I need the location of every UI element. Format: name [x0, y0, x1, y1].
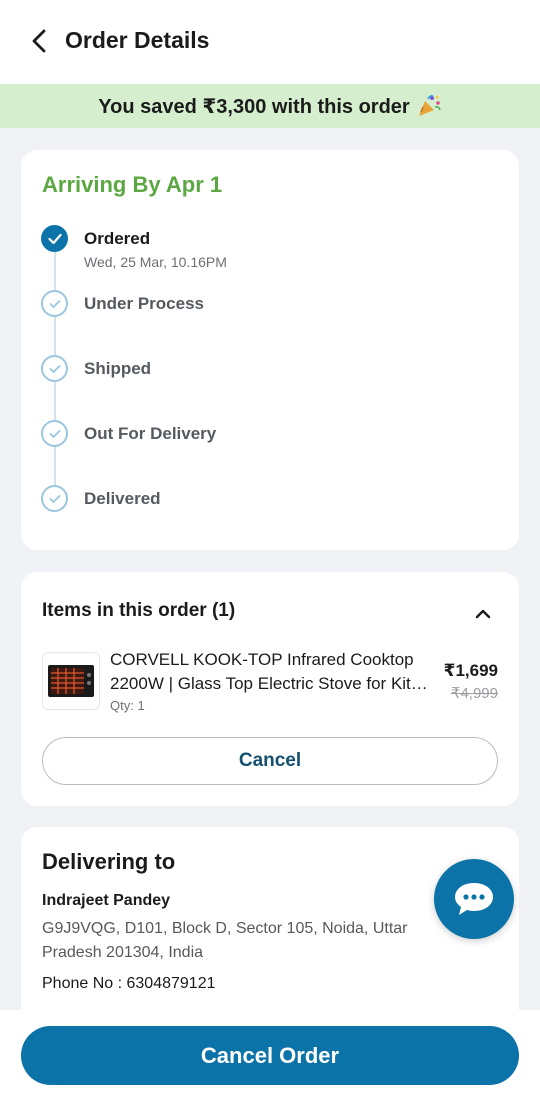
recipient-phone: Phone No : 6304879121 [42, 975, 216, 992]
product-price: ₹1,699 [443, 661, 498, 680]
chat-button[interactable] [434, 859, 514, 939]
recipient-name: Indrajeet Pandey [42, 892, 171, 909]
items-title: Items in this order (1) [42, 600, 236, 621]
step-label: Delivered [84, 489, 161, 508]
step-label: Out For Delivery [84, 424, 217, 443]
check-circle-icon [41, 485, 68, 512]
step-label: Ordered [84, 229, 151, 248]
cancel-item-button[interactable]: Cancel [42, 737, 498, 785]
product-mrp: ₹4,999 [450, 685, 498, 702]
page-title: Order Details [65, 27, 210, 53]
delivery-address: G9J9VQG, D101, Block D, Sector 105, Noid… [42, 920, 408, 961]
cancel-order-button[interactable]: Cancel Order [21, 1026, 519, 1085]
bottom-action-bar: Cancel Order [0, 1010, 540, 1099]
delivery-title: Delivering to [42, 849, 176, 874]
check-circle-icon [41, 355, 68, 382]
chevron-left-icon [32, 29, 46, 53]
product-quantity: Qty: 1 [110, 698, 145, 713]
back-button[interactable] [22, 24, 56, 58]
chevron-up-icon [475, 609, 491, 619]
top-app-bar: Order Details [0, 0, 540, 84]
savings-banner: You saved ₹3,300 with this order [0, 84, 540, 128]
chat-bubble-icon [455, 883, 493, 915]
delivery-address-card: Delivering to Indrajeet Pandey G9J9VQG, … [21, 827, 519, 1027]
check-circle-icon [41, 290, 68, 317]
order-status-card: Arriving By Apr 1 Ordered Wed, 25 Mar, 1… [21, 150, 519, 550]
cooktop-product-image [48, 665, 94, 697]
product-name[interactable]: CORVELL KOOK-TOP Infrared Cooktop 2200W … [110, 648, 446, 696]
savings-text: You saved ₹3,300 with this order [98, 95, 410, 118]
step-label: Shipped [84, 359, 152, 378]
step-timestamp: Wed, 25 Mar, 10.16PM [84, 254, 227, 270]
order-items-card: Items in this order (1) CORVELL KOOK-TOP… [21, 572, 519, 806]
step-label: Under Process [84, 294, 204, 313]
product-thumbnail[interactable] [42, 652, 100, 710]
check-circle-icon [41, 225, 68, 252]
collapse-button[interactable] [473, 604, 493, 624]
check-circle-icon [41, 420, 68, 447]
party-popper-icon [418, 95, 441, 116]
arrival-date: Arriving By Apr 1 [42, 172, 223, 197]
